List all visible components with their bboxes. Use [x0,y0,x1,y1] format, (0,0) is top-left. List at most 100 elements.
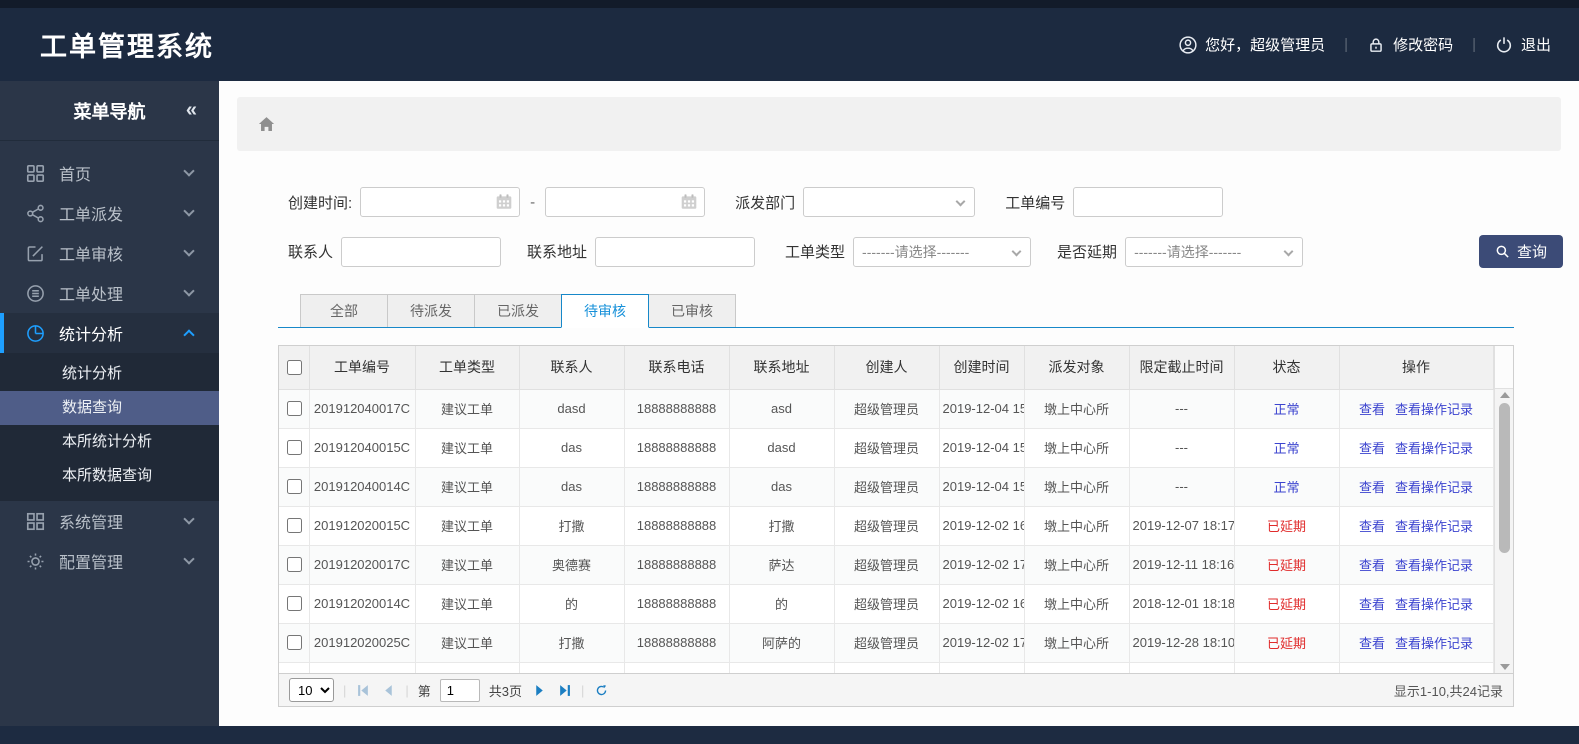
cell-address: 打撒 [728,505,835,546]
cell-order-no: 201912020015C [308,505,416,546]
refresh-button[interactable] [593,682,609,698]
view-log-link[interactable]: 查看操作记录 [1395,519,1473,534]
view-link[interactable]: 查看 [1359,480,1385,495]
scrollbar-track[interactable] [1494,389,1513,673]
row-checkbox[interactable] [286,635,302,650]
status-badge: 正常 [1273,441,1300,456]
view-log-link[interactable]: 查看操作记录 [1395,441,1473,456]
search-button[interactable]: 查询 [1478,235,1563,268]
cell-phone: 18888888888 [623,544,730,585]
sidebar-item-label: 统计分析 [59,327,124,344]
tab-all[interactable]: 全部 [300,294,388,327]
cell-order-no: 201912040015C [308,427,416,468]
view-link[interactable]: 查看 [1359,402,1385,417]
prev-page-button[interactable] [380,682,396,698]
created-start-field [360,187,521,217]
chevron-down-icon [183,553,195,565]
row-checkbox[interactable] [286,401,302,416]
cell-order-type: 建议工单 [414,427,520,468]
view-link[interactable]: 查看 [1359,597,1385,612]
sidebar-item-statistics[interactable]: 统计分析 [0,313,219,353]
first-page-button[interactable] [355,682,371,698]
cell-address: 的 [728,583,835,624]
cell-deadline: 2019-12-11 18:16 [1128,544,1235,585]
last-page-button[interactable] [556,682,572,698]
row-checkbox[interactable] [286,518,302,533]
cell-created: 2019-12-04 15 [938,427,1025,468]
refresh-icon [596,684,607,695]
order-type-select[interactable]: -------请选择------- [853,236,1032,267]
sidebar-item-home[interactable]: 首页 [0,153,219,193]
cell-order-no: 201912020014C [308,583,416,624]
view-log-link[interactable]: 查看操作记录 [1395,480,1473,495]
view-log-link[interactable]: 查看操作记录 [1395,402,1473,417]
tab-pending-dispatch[interactable]: 待派发 [387,294,475,327]
page-number-input[interactable] [439,678,480,702]
created-time-label: 创建时间: [288,194,353,212]
scroll-up-arrow[interactable] [1499,392,1510,398]
tab-pending-review[interactable]: 待审核 [561,294,649,328]
sidebar-subitem-statistics[interactable]: 统计分析 [0,357,219,391]
logout-button[interactable]: 退出 [1495,34,1551,55]
row-checkbox[interactable] [286,440,302,455]
select-all-checkbox[interactable] [286,359,302,375]
scroll-down-arrow[interactable] [1499,664,1510,670]
contact-input[interactable] [341,236,502,267]
search-icon [1496,245,1509,258]
is-delayed-select[interactable]: -------请选择------- [1125,236,1304,267]
view-link[interactable]: 查看 [1359,636,1385,651]
scrollbar-header-spacer [1494,346,1513,389]
view-link[interactable]: 查看 [1359,558,1385,573]
view-log-link[interactable]: 查看操作记录 [1395,636,1473,651]
sidebar-subitem-data-query[interactable]: 数据查询 [0,391,219,425]
contact-label: 联系人 [288,244,334,261]
next-page-button[interactable] [531,682,547,698]
order-no-input[interactable] [1073,187,1224,217]
lock-icon [1370,37,1382,52]
cell-address: dasd [728,427,835,468]
cell-created: 2019-12-02 16 [938,505,1025,546]
tab-dispatched[interactable]: 已派发 [474,294,562,327]
sidebar-subitem-branch-statistics[interactable]: 本所统计分析 [0,425,219,459]
view-link[interactable]: 查看 [1359,519,1385,534]
sidebar-subitem-branch-data-query[interactable]: 本所数据查询 [0,459,219,493]
page-size-select[interactable]: 10 [289,678,334,702]
sidebar-item-system[interactable]: 系统管理 [0,501,219,541]
share-icon [27,204,44,222]
sidebar-item-process[interactable]: 工单处理 [0,273,219,313]
change-password-button[interactable]: 修改密码 [1367,34,1453,55]
col-address: 联系地址 [728,346,835,390]
row-checkbox[interactable] [286,479,302,494]
view-log-link[interactable]: 查看操作记录 [1395,558,1473,573]
scrollbar-thumb[interactable] [1499,403,1510,553]
cell-phone: 18888888888 [623,505,730,546]
pagination-divider: | [405,682,409,698]
created-end-input[interactable] [545,187,706,217]
view-log-link[interactable]: 查看操作记录 [1395,597,1473,612]
cell-deadline: 2018-12-01 18:18 [1128,583,1235,624]
sidebar-collapse-icon[interactable]: « [186,99,197,122]
sidebar-item-dispatch[interactable]: 工单派发 [0,193,219,233]
sidebar-item-review[interactable]: 工单审核 [0,233,219,273]
order-type-label: 工单类型 [785,244,846,261]
is-delayed-field: -------请选择------- [1125,236,1304,267]
dispatch-dept-select[interactable] [803,187,976,217]
cell-created: 2019-12-02 16 [938,583,1025,624]
row-checkbox[interactable] [286,596,302,611]
contact-address-input[interactable] [595,236,756,267]
cell-creator: 超级管理员 [833,583,940,624]
home-icon[interactable] [257,115,276,134]
power-icon [1496,36,1512,53]
search-button-label: 查询 [1516,244,1547,261]
table-viewport: 工单编号 工单类型 联系人 联系电话 联系地址 创建人 创建时间 派发对象 限定… [279,346,1513,673]
sidebar-item-config[interactable]: 配置管理 [0,541,219,581]
process-icon [27,284,44,302]
row-checkbox[interactable] [286,557,302,572]
cell-creator: 超级管理员 [833,505,940,546]
header-top-strip [0,0,1579,8]
created-start-input[interactable] [360,187,521,217]
view-link[interactable]: 查看 [1359,441,1385,456]
tab-reviewed[interactable]: 已审核 [648,294,736,327]
user-greeting[interactable]: 您好，超级管理员 [1179,34,1325,55]
table-scrollbar [1493,346,1513,673]
